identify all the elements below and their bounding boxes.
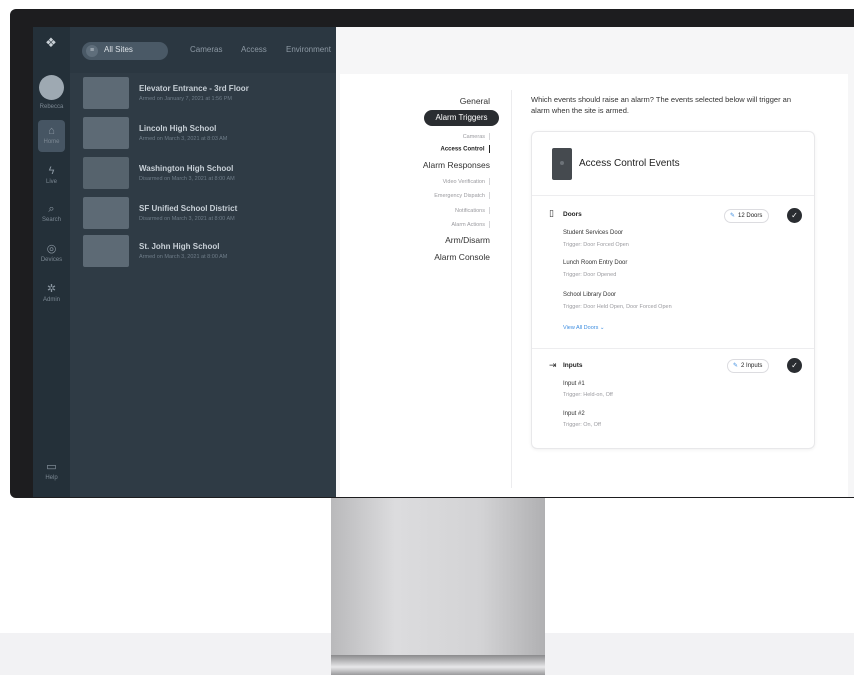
rail-item-search[interactable]: ⌕ Search <box>33 203 70 223</box>
rail-item-admin[interactable]: ✲ Admin <box>33 283 70 303</box>
input-name: Input #2 <box>563 411 585 417</box>
edit-doors-chip[interactable]: ✎ 12 Doors <box>724 209 770 223</box>
nav-emergency-dispatch[interactable]: Emergency Dispatch <box>434 192 490 199</box>
nav-access-control[interactable]: Access Control <box>440 145 490 153</box>
inputs-label: Inputs <box>563 362 583 369</box>
pencil-icon: ✎ <box>733 363 739 369</box>
nav-divider <box>511 90 512 488</box>
devices-icon: ◎ <box>46 243 57 255</box>
door-icon: ▯ <box>549 208 554 218</box>
tab-access[interactable]: Access <box>241 45 267 54</box>
monitor-stand-base <box>331 655 545 675</box>
tab-cameras[interactable]: Cameras <box>190 45 222 54</box>
avatar[interactable] <box>39 75 64 100</box>
site-row[interactable]: Elevator Entrance - 3rd Floor Armed on J… <box>83 77 333 111</box>
input-trigger: Trigger: Held-on, Off <box>563 392 613 398</box>
doors-label: Doors <box>563 211 582 218</box>
rail-item-live[interactable]: ϟ Live <box>33 165 70 185</box>
site-row[interactable]: Washington High School Disarmed on March… <box>83 157 333 191</box>
top-bar: ≡ All Sites Cameras Access Environment <box>70 27 336 73</box>
site-thumbnail <box>83 197 129 229</box>
nav-video-verification[interactable]: Video Verification <box>443 178 490 185</box>
door-trigger: Trigger: Door Opened <box>563 272 617 278</box>
live-icon: ϟ <box>48 165 55 177</box>
menu-icon: ≡ <box>86 45 98 57</box>
monitor-stand <box>331 498 545 675</box>
door-trigger: Trigger: Door Forced Open <box>563 242 629 248</box>
input-trigger: Trigger: On, Off <box>563 422 601 428</box>
door-name: Student Services Door <box>563 230 624 236</box>
site-thumbnail <box>83 235 129 267</box>
divider <box>532 348 814 349</box>
search-icon: ⌕ <box>48 203 55 215</box>
chevron-down-icon: ⌄ <box>599 325 605 331</box>
view-all-doors-link[interactable]: View All Doors ⌄ <box>563 325 605 331</box>
nav-alarm-responses[interactable]: Alarm Responses <box>423 160 490 170</box>
site-row[interactable]: Lincoln High School Armed on March 3, 20… <box>83 117 333 151</box>
app-background: ❖ Rebecca ⌂ Home ϟ Live ⌕ Search ◎ Devices ✲… <box>33 27 336 497</box>
rail-item-home[interactable]: ⌂ Home <box>33 125 70 145</box>
inputs-checked-toggle[interactable]: ✓ <box>787 358 802 373</box>
card-title: Access Control Events <box>579 158 680 169</box>
nav-general[interactable]: General <box>460 96 490 106</box>
door-name: School Library Door <box>563 292 617 298</box>
pencil-icon: ✎ <box>730 213 736 219</box>
nav-alarm-triggers[interactable]: Alarm Triggers <box>424 110 499 126</box>
check-icon: ✓ <box>791 361 798 370</box>
divider <box>532 195 814 196</box>
door-trigger: Trigger: Door Held Open, Door Forced Ope… <box>563 304 672 310</box>
door-name: Lunch Room Entry Door <box>563 260 628 266</box>
admin-icon: ✲ <box>46 283 57 295</box>
nav-rail: ❖ Rebecca ⌂ Home ϟ Live ⌕ Search ◎ Devices ✲… <box>33 27 70 497</box>
nav-cameras[interactable]: Cameras <box>463 133 490 140</box>
help-icon: ▭ <box>46 461 57 473</box>
site-selector[interactable]: ≡ All Sites <box>82 42 168 60</box>
site-thumbnail <box>83 117 129 149</box>
input-name: Input #1 <box>563 381 585 387</box>
intro-text: Which events should raise an alarm? The … <box>531 95 791 115</box>
rail-item-help[interactable]: ▭ Help <box>33 461 70 481</box>
rail-item-devices[interactable]: ◎ Devices <box>33 243 70 263</box>
nav-alarm-actions[interactable]: Alarm Actions <box>451 221 490 228</box>
logo-icon: ❖ <box>45 35 57 50</box>
monitor-bezel: ❖ Rebecca ⌂ Home ϟ Live ⌕ Search ◎ Devices ✲… <box>10 9 854 498</box>
doors-checked-toggle[interactable]: ✓ <box>787 208 802 223</box>
user-name: Rebecca <box>39 104 64 110</box>
card-reader-icon <box>552 148 572 180</box>
input-icon: ⇥ <box>549 360 557 370</box>
nav-arm-disarm[interactable]: Arm/Disarm <box>445 235 490 245</box>
home-icon: ⌂ <box>48 125 55 137</box>
nav-notifications[interactable]: Notifications <box>455 207 490 214</box>
tab-environment[interactable]: Environment <box>286 45 331 54</box>
settings-nav: General Alarm Triggers Cameras Access Co… <box>340 74 511 497</box>
settings-panel: General Alarm Triggers Cameras Access Co… <box>340 74 848 497</box>
screen: ❖ Rebecca ⌂ Home ϟ Live ⌕ Search ◎ Devices ✲… <box>33 27 854 497</box>
edit-inputs-chip[interactable]: ✎ 2 Inputs <box>727 359 770 373</box>
site-row[interactable]: SF Unified School District Disarmed on M… <box>83 197 333 231</box>
site-thumbnail <box>83 157 129 189</box>
access-control-events-card: Access Control Events ▯ Doors ✎ 12 Doors … <box>531 131 815 449</box>
site-thumbnail <box>83 77 129 109</box>
check-icon: ✓ <box>791 211 798 220</box>
site-row[interactable]: St. John High School Armed on March 3, 2… <box>83 235 333 269</box>
nav-alarm-console[interactable]: Alarm Console <box>434 252 490 262</box>
